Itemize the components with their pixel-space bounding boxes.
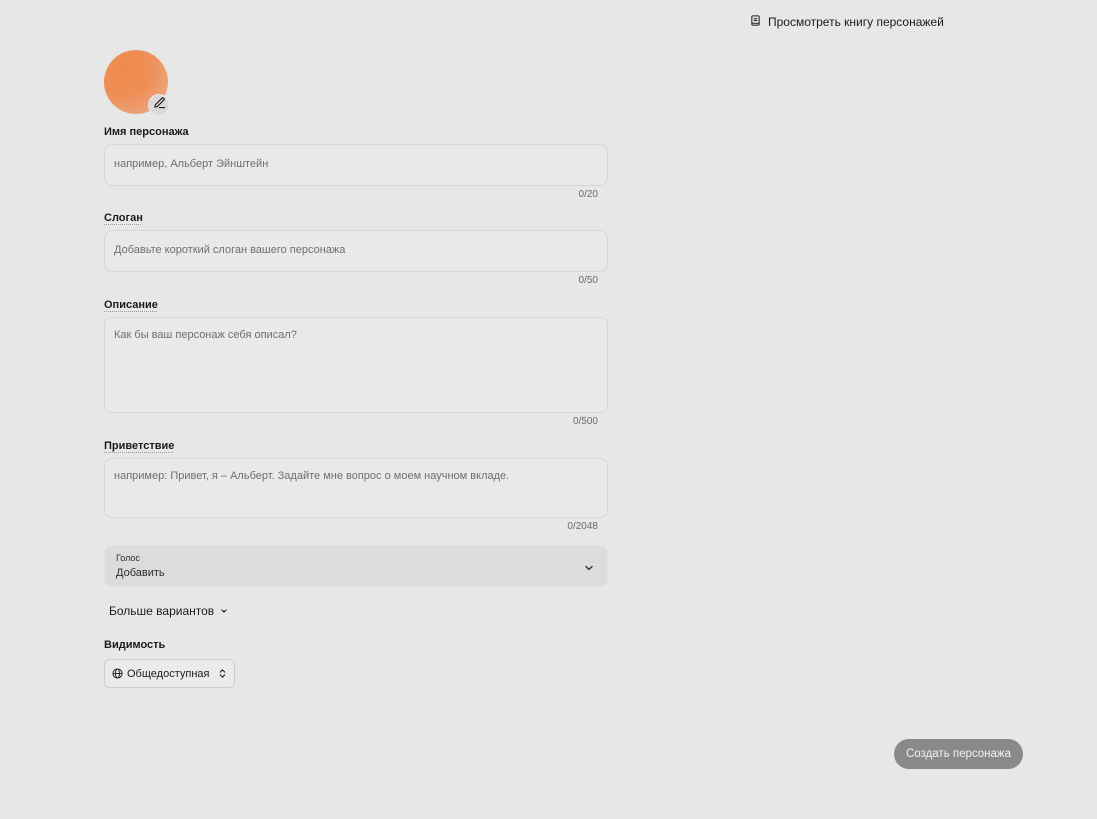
voice-label: Голос <box>116 553 140 563</box>
tagline-label: Слоган <box>104 212 143 224</box>
view-character-book-link[interactable]: Просмотреть книгу персонажей <box>750 15 944 29</box>
name-label: Имя персонажа <box>104 126 189 138</box>
more-options-label: Больше вариантов <box>109 604 215 618</box>
description-label: Описание <box>104 299 158 311</box>
create-character-page: Просмотреть книгу персонажей Имя персона… <box>0 0 1097 819</box>
greeting-textarea[interactable]: например: Привет, я – Альберт. Задайте м… <box>104 458 608 518</box>
book-icon <box>750 15 761 29</box>
name-counter: 0/20 <box>578 189 598 200</box>
description-placeholder: Как бы ваш персонаж себя описал? <box>114 329 297 341</box>
globe-icon <box>112 668 123 679</box>
greeting-placeholder: например: Привет, я – Альберт. Задайте м… <box>114 470 510 482</box>
chevron-down-icon <box>220 604 228 618</box>
voice-select[interactable]: Голос Добавить <box>104 545 608 587</box>
avatar-edit-button[interactable] <box>148 94 170 116</box>
name-placeholder: например, Альберт Эйнштейн <box>114 158 269 170</box>
visibility-value: Общедоступная <box>127 667 210 680</box>
tagline-input[interactable]: Добавьте короткий слоган вашего персонаж… <box>104 230 608 272</box>
view-character-book-label: Просмотреть книгу персонажей <box>768 15 944 29</box>
pencil-icon <box>153 96 166 114</box>
chevron-down-icon <box>583 561 595 573</box>
voice-value: Добавить <box>116 567 165 579</box>
visibility-label: Видимость <box>104 639 166 651</box>
greeting-label: Приветствие <box>104 440 175 452</box>
tagline-placeholder: Добавьте короткий слоган вашего персонаж… <box>114 244 346 256</box>
create-character-button[interactable]: Создать персонажа <box>894 739 1023 769</box>
more-options-toggle[interactable]: Больше вариантов <box>109 604 228 618</box>
name-input[interactable]: например, Альберт Эйнштейн <box>104 144 608 186</box>
description-counter: 0/500 <box>572 416 598 427</box>
tagline-counter: 0/50 <box>578 275 598 286</box>
chevron-up-down-icon <box>218 668 227 679</box>
greeting-counter: 0/2048 <box>567 521 598 532</box>
visibility-select[interactable]: Общедоступная <box>104 659 235 688</box>
description-textarea[interactable]: Как бы ваш персонаж себя описал? <box>104 317 608 413</box>
